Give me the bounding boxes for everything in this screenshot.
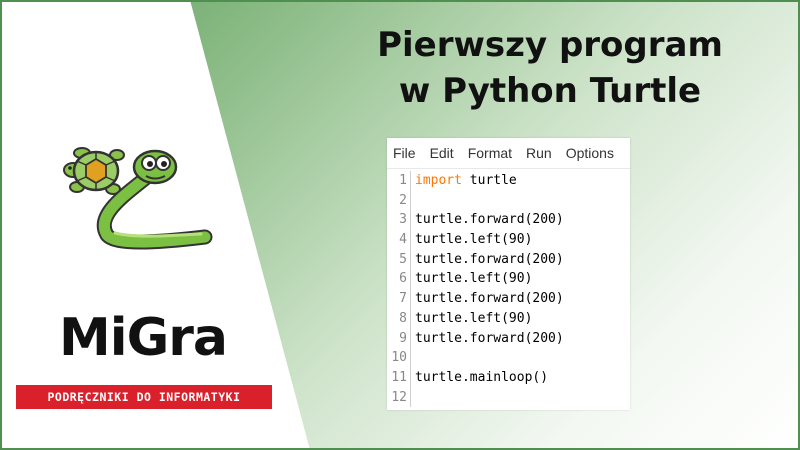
code-line: 6 turtle.left(90): [387, 269, 630, 290]
code-line: 8 turtle.left(90): [387, 308, 630, 329]
code-text: turtle: [461, 173, 517, 188]
line-number: 12: [387, 387, 411, 408]
code-line: 7 turtle.forward(200): [387, 289, 630, 309]
line-source: turtle.left(90): [411, 309, 532, 329]
turtle-icon: [63, 147, 125, 195]
page-title: Pierwszy program w Python Turtle: [300, 22, 800, 114]
code-line: 11 turtle.mainloop(): [387, 367, 630, 388]
line-source: turtle.forward(200): [411, 329, 564, 349]
code-line: 12: [387, 387, 630, 408]
turtle-and-snake-icon: [63, 147, 213, 250]
code-editor-window: File Edit Format Run Options 1 import turtle 2…: [387, 138, 630, 410]
brand-logo: MiGra: [59, 308, 228, 368]
code-text: turtle.forward(200): [415, 330, 564, 346]
line-number: 4: [387, 230, 411, 250]
line-number: 10: [387, 348, 411, 368]
line-number: 3: [387, 210, 411, 231]
line-number: 11: [387, 367, 411, 388]
menu-item-edit[interactable]: Edit: [430, 145, 454, 161]
title-line-2: w Python Turtle: [398, 71, 702, 111]
line-source: turtle.left(90): [411, 269, 532, 289]
code-line: 2: [387, 190, 630, 211]
menu-item-run[interactable]: Run: [526, 145, 552, 161]
line-number: 5: [387, 249, 411, 270]
line-source: [411, 348, 415, 368]
code-text: turtle.mainloop(): [415, 369, 549, 385]
code-line: 10: [387, 348, 630, 368]
menu-bar: File Edit Format Run Options: [387, 138, 630, 169]
line-source: turtle.forward(200): [411, 289, 564, 309]
line-number: 8: [387, 308, 411, 329]
menu-item-file[interactable]: File: [393, 145, 416, 161]
code-text: turtle.left(90): [415, 271, 533, 287]
brand-tagline: PODRĘCZNIKI DO INFORMATYKI: [16, 385, 272, 409]
line-number: 6: [387, 269, 411, 290]
line-source: turtle.left(90): [411, 230, 532, 250]
code-line: 1 import turtle: [387, 171, 630, 191]
line-number: 9: [387, 328, 411, 349]
code-line: 3 turtle.forward(200): [387, 210, 630, 231]
code-text: turtle.forward(200): [415, 251, 564, 267]
line-source: [411, 191, 415, 211]
slide: Pierwszy program w Python Turtle MiGra P…: [0, 0, 800, 450]
code-line: 5 turtle.forward(200): [387, 249, 630, 270]
code-text: turtle.forward(200): [415, 212, 564, 228]
keyword: import: [415, 173, 462, 188]
line-source: turtle.mainloop(): [411, 368, 548, 388]
code-line: 4 turtle.left(90): [387, 230, 630, 250]
python-snake-icon: [96, 149, 213, 250]
line-source: [411, 388, 415, 408]
code-area[interactable]: 1 import turtle 2 3 turtle.forward(200) 4 turt…: [387, 169, 630, 408]
menu-item-options[interactable]: Options: [566, 145, 614, 161]
menu-item-format[interactable]: Format: [468, 145, 512, 161]
code-line: 9 turtle.forward(200): [387, 328, 630, 349]
line-number: 1: [387, 171, 411, 191]
line-source: turtle.forward(200): [411, 250, 564, 270]
line-source: import turtle: [411, 171, 517, 191]
code-text: turtle.forward(200): [415, 291, 564, 307]
title-line-1: Pierwszy program: [377, 25, 723, 65]
line-source: turtle.forward(200): [411, 210, 564, 230]
code-text: turtle.left(90): [415, 310, 533, 326]
line-number: 7: [387, 289, 411, 309]
line-number: 2: [387, 190, 411, 211]
code-text: turtle.left(90): [415, 232, 533, 248]
